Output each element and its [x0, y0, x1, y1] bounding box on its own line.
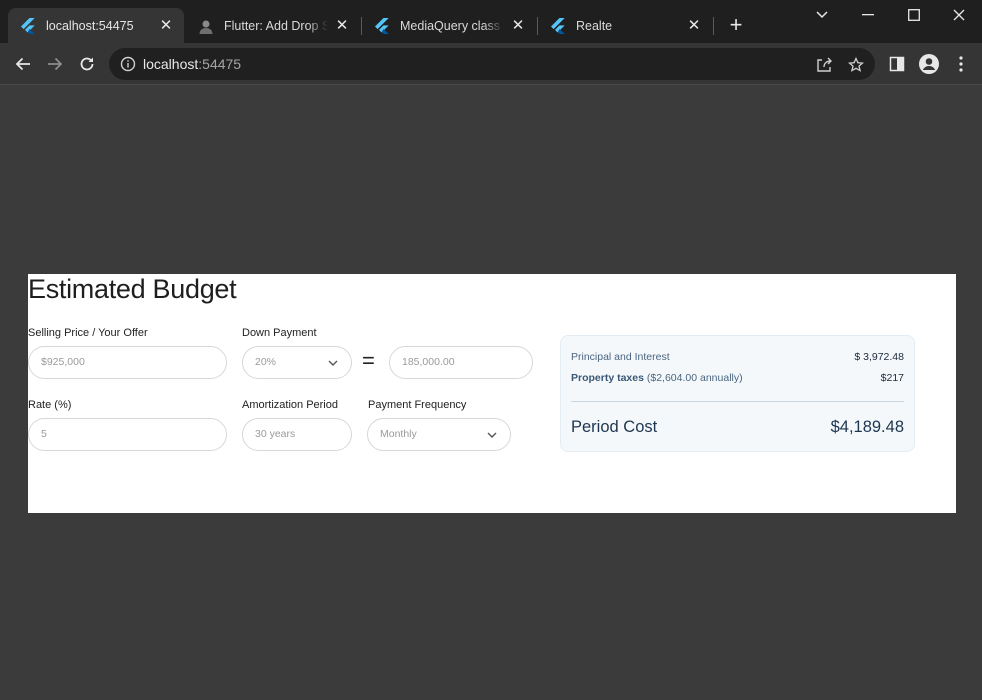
summary-divider [571, 401, 904, 402]
chevron-down-icon [328, 360, 338, 366]
close-icon[interactable]: ✕ [334, 17, 350, 34]
principal-label: Principal and Interest [571, 351, 670, 363]
down-payment-label: Down Payment [242, 327, 317, 339]
tab-localhost[interactable]: localhost:54475 ✕ [8, 8, 184, 43]
back-button[interactable] [11, 52, 35, 76]
tab-mediaquery[interactable]: MediaQuery class - widgets ✕ [362, 8, 536, 43]
rate-label: Rate (%) [28, 399, 72, 411]
reload-icon [80, 57, 94, 71]
reload-button[interactable] [75, 52, 99, 76]
close-icon[interactable]: ✕ [686, 17, 702, 34]
new-tab-button[interactable]: + [724, 14, 748, 38]
chevron-down-icon [487, 432, 497, 438]
rate-input[interactable]: 5 [28, 418, 227, 451]
tab-title: localhost:54475 [46, 18, 134, 33]
period-cost-value: $4,189.48 [830, 418, 904, 436]
tab-search-button[interactable] [799, 0, 845, 30]
flutter-icon [20, 17, 36, 34]
address-url: localhost:54475 [143, 56, 241, 72]
tab-title: Flutter: Add Drop Shadow [224, 18, 328, 33]
equals-sign: = [362, 348, 375, 373]
budget-card: Estimated Budget Selling Price / Your Of… [28, 274, 956, 513]
amortization-label: Amortization Period [242, 399, 338, 411]
flutter-icon [374, 17, 390, 34]
url-host: localhost [143, 56, 199, 72]
address-bar[interactable]: localhost:54475 [109, 48, 875, 80]
period-cost-label: Period Cost [571, 418, 658, 436]
profile-icon[interactable] [918, 53, 940, 75]
tab-title: MediaQuery class - widgets [400, 18, 504, 33]
amortization-input[interactable]: 30 years [242, 418, 352, 451]
payment-frequency-select[interactable]: Monthly [367, 418, 511, 451]
info-icon[interactable] [120, 56, 136, 72]
minimize-button[interactable] [845, 0, 891, 30]
close-icon[interactable]: ✕ [510, 17, 526, 34]
avatar-icon [198, 18, 214, 34]
chevron-down-icon [816, 11, 828, 19]
down-payment-amount-input[interactable]: 185,000.00 [389, 346, 533, 379]
url-port: :54475 [198, 56, 242, 72]
page-title: Estimated Budget [28, 274, 237, 304]
tab-title: Realte [576, 18, 613, 33]
selling-price-label: Selling Price / Your Offer [28, 327, 148, 339]
side-panel-icon[interactable] [886, 53, 908, 75]
tab-flutter-drop-shadow[interactable]: Flutter: Add Drop Shadow ✕ [186, 8, 360, 43]
down-payment-percent-select[interactable]: 20% [242, 346, 352, 379]
payment-frequency-label: Payment Frequency [368, 399, 467, 411]
forward-button[interactable] [43, 52, 67, 76]
payment-frequency-value: Monthly [380, 428, 417, 440]
close-window-button[interactable] [936, 0, 982, 30]
page-viewport: Estimated Budget Selling Price / Your Of… [0, 86, 982, 700]
arrow-left-icon [15, 57, 30, 71]
share-icon[interactable] [815, 56, 833, 74]
property-taxes-label: Property taxes [571, 372, 644, 384]
bookmark-star-icon[interactable] [847, 56, 865, 74]
principal-value: $ 3,972.48 [854, 351, 904, 363]
property-taxes-label-group: Property taxes ($2,604.00 annually) [571, 372, 743, 384]
amortization-value: 30 years [255, 428, 296, 440]
tab-separator [713, 17, 714, 35]
cost-summary-panel: Principal and Interest $ 3,972.48 Proper… [560, 335, 915, 452]
property-taxes-note: ($2,604.00 annually) [646, 372, 743, 384]
more-menu-icon[interactable] [950, 53, 972, 75]
rate-value: 5 [41, 428, 47, 440]
property-taxes-value: $217 [880, 372, 904, 384]
selling-price-input[interactable]: $925,000 [28, 346, 227, 379]
close-icon[interactable]: ✕ [158, 17, 174, 34]
selling-price-value: $925,000 [41, 356, 85, 368]
close-icon [953, 9, 965, 21]
down-payment-percent-value: 20% [255, 356, 277, 368]
tab-realte[interactable]: Realte ✕ [538, 8, 712, 43]
flutter-icon [550, 17, 566, 34]
maximize-icon [908, 9, 920, 21]
maximize-button[interactable] [891, 0, 937, 30]
arrow-right-icon [48, 57, 63, 71]
browser-tab-strip: localhost:54475 ✕ Flutter: Add Drop Shad… [0, 0, 982, 43]
down-payment-amount-value: 185,000.00 [402, 356, 455, 368]
minimize-icon [862, 14, 874, 16]
browser-toolbar: localhost:54475 [0, 43, 982, 85]
